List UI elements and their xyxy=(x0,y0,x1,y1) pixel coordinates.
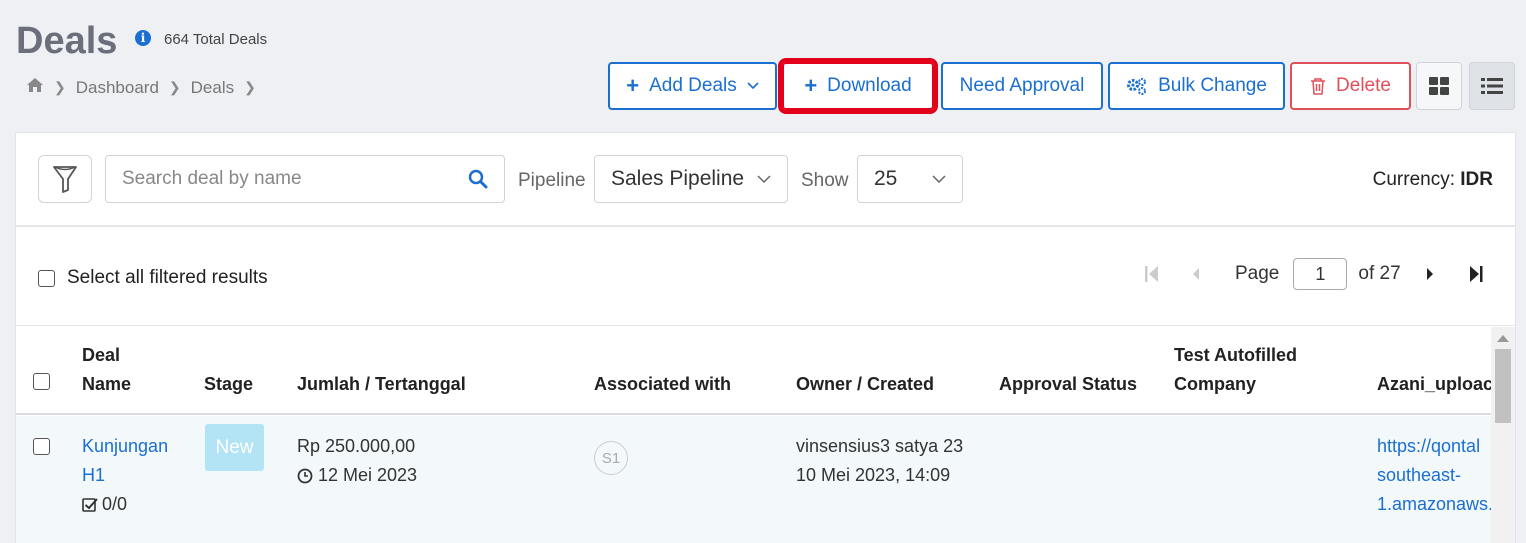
checkbox-checked-icon xyxy=(82,497,98,512)
chevron-right-icon: ❯ xyxy=(244,79,256,95)
task-count-value: 0/0 xyxy=(102,494,128,514)
page-title: Deals xyxy=(16,20,118,62)
total-deals-count: 664 Total Deals xyxy=(164,31,268,48)
bulk-change-button[interactable]: Bulk Change xyxy=(1108,62,1285,110)
created-date: 10 Mei 2023, 14:09 xyxy=(796,465,951,485)
breadcrumb: ❯ Dashboard ❯ Deals ❯ xyxy=(26,77,266,98)
plus-icon: + xyxy=(804,73,818,98)
prev-page-icon[interactable] xyxy=(1191,267,1201,281)
list-icon xyxy=(1481,78,1503,94)
header-checkbox[interactable] xyxy=(33,373,50,390)
currency-value: IDR xyxy=(1460,169,1493,190)
column-amount[interactable]: Jumlah / Tertanggal xyxy=(297,370,466,399)
deal-name-line1: Kunjungan xyxy=(82,436,169,456)
owner-cell: vinsensius3 satya 23 10 Mei 2023, 14:09 xyxy=(796,432,963,490)
search-input[interactable] xyxy=(122,168,468,190)
chevron-down-icon xyxy=(747,82,759,90)
scroll-up-arrow[interactable] xyxy=(1497,335,1509,342)
azani-line1: https://qontal xyxy=(1377,436,1481,456)
associated-avatar[interactable]: S1 xyxy=(594,441,628,475)
chevron-right-icon: ❯ xyxy=(168,79,181,95)
delete-label: Delete xyxy=(1336,75,1391,96)
delete-button[interactable]: Delete xyxy=(1290,62,1411,110)
column-azani[interactable]: Azani_uploac xyxy=(1377,370,1492,399)
column-owner[interactable]: Owner / Created xyxy=(796,370,934,399)
due-date: 12 Mei 2023 xyxy=(297,461,417,490)
deal-name-link[interactable]: Kunjungan H1 xyxy=(82,432,168,490)
vertical-scrollbar[interactable] xyxy=(1491,327,1515,543)
select-all-filtered[interactable]: Select all filtered results xyxy=(38,267,268,289)
clock-icon xyxy=(297,468,313,483)
column-deal-name-line1: Deal xyxy=(82,345,121,365)
currency-display: Currency: IDR xyxy=(1373,169,1493,191)
column-deal-name[interactable]: Deal Name xyxy=(82,341,131,399)
filter-button[interactable] xyxy=(38,155,92,203)
home-icon[interactable] xyxy=(26,77,44,98)
filter-bar: Pipeline Sales Pipeline Show 25 Currency… xyxy=(16,133,1515,227)
page-label: Page xyxy=(1235,263,1280,284)
amount-value: Rp 250.000,00 xyxy=(297,436,416,456)
chevron-down-icon xyxy=(932,175,946,183)
need-approval-button[interactable]: Need Approval xyxy=(941,62,1103,110)
column-test-line2: Company xyxy=(1174,374,1257,394)
selection-bar: Select all filtered results Page of 27 xyxy=(16,228,1515,326)
azani-link[interactable]: https://qontal southeast- 1.amazonaws. xyxy=(1377,432,1492,519)
amount-cell: Rp 250.000,00 12 Mei 2023 xyxy=(297,432,417,490)
filter-icon xyxy=(53,166,77,193)
list-view-button[interactable] xyxy=(1469,62,1515,110)
next-page-icon[interactable] xyxy=(1425,267,1435,281)
page-total: of 27 xyxy=(1358,263,1401,284)
table-header: Deal Name Stage Jumlah / Tertanggal Asso… xyxy=(16,327,1492,415)
azani-line2: southeast- xyxy=(1377,465,1462,485)
deal-name-line2: H1 xyxy=(82,465,106,485)
pipeline-select[interactable]: Sales Pipeline xyxy=(594,155,788,203)
deals-panel: Pipeline Sales Pipeline Show 25 Currency… xyxy=(15,132,1516,543)
bulk-change-label: Bulk Change xyxy=(1158,75,1267,96)
search-icon[interactable] xyxy=(468,169,488,189)
grid-icon xyxy=(1429,77,1449,95)
trash-icon xyxy=(1311,78,1326,95)
show-select[interactable]: 25 xyxy=(857,155,963,203)
pagination: Page of 27 xyxy=(1143,258,1485,290)
owner-name: vinsensius3 satya 23 xyxy=(796,436,964,456)
scroll-thumb[interactable] xyxy=(1495,349,1511,423)
column-associated[interactable]: Associated with xyxy=(594,370,731,399)
add-deals-label: Add Deals xyxy=(649,75,737,96)
select-all-checkbox[interactable] xyxy=(38,269,55,287)
download-label: Download xyxy=(827,75,912,96)
plus-icon: + xyxy=(626,73,640,98)
pipeline-label: Pipeline xyxy=(518,170,586,191)
chevron-down-icon xyxy=(757,175,771,183)
show-value: 25 xyxy=(874,167,898,190)
currency-label: Currency: xyxy=(1372,169,1455,190)
due-date-value: 12 Mei 2023 xyxy=(318,465,418,485)
first-page-icon[interactable] xyxy=(1143,264,1161,284)
gears-icon xyxy=(1127,78,1147,95)
deal-name-cell: Kunjungan H1 0/0 xyxy=(82,432,168,519)
pipeline-value: Sales Pipeline xyxy=(611,167,745,190)
column-stage[interactable]: Stage xyxy=(204,370,253,399)
grid-view-button[interactable] xyxy=(1416,62,1462,110)
last-page-icon[interactable] xyxy=(1467,264,1485,284)
table-row[interactable]: Kunjungan H1 0/0 New Rp 250.000,00 12 Me… xyxy=(16,416,1492,543)
add-deals-button[interactable]: + Add Deals xyxy=(608,62,777,110)
breadcrumb-dashboard[interactable]: Dashboard xyxy=(76,78,159,98)
column-approval[interactable]: Approval Status xyxy=(999,370,1137,399)
need-approval-label: Need Approval xyxy=(959,75,1085,96)
breadcrumb-deals[interactable]: Deals xyxy=(191,78,234,98)
search-box xyxy=(105,155,505,203)
show-label: Show xyxy=(801,170,849,191)
azani-line3: 1.amazonaws. xyxy=(1377,494,1492,514)
page-number-input[interactable] xyxy=(1293,258,1348,290)
select-all-label: Select all filtered results xyxy=(67,267,268,288)
row-checkbox[interactable] xyxy=(33,438,50,455)
chevron-right-icon: ❯ xyxy=(54,79,66,95)
column-test-autofilled[interactable]: Test Autofilled Company xyxy=(1174,341,1297,399)
column-test-line1: Test Autofilled xyxy=(1174,345,1297,365)
task-count: 0/0 xyxy=(82,490,168,519)
info-icon: i xyxy=(135,30,151,46)
stage-badge: New xyxy=(205,424,264,471)
download-button[interactable]: + Download xyxy=(778,58,938,114)
column-deal-name-line2: Name xyxy=(82,374,132,394)
